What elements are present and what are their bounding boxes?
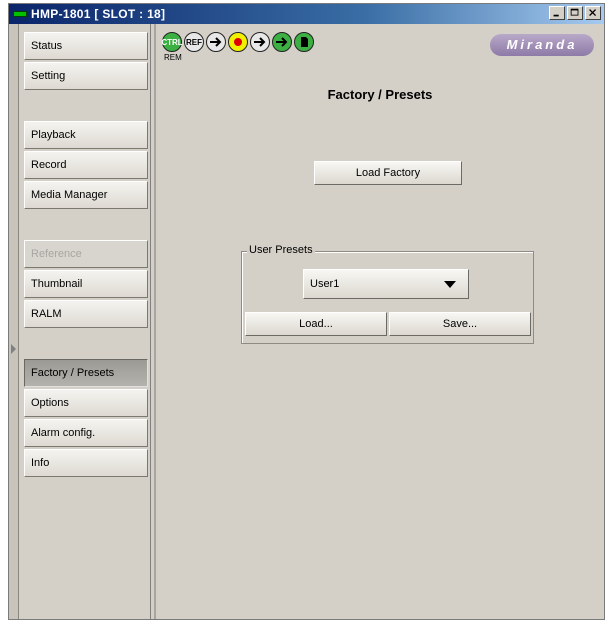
window-controls <box>549 6 601 20</box>
user-preset-select[interactable]: User1 <box>303 269 469 299</box>
sidebar-item-options[interactable]: Options <box>24 389 148 417</box>
rem-label: REM <box>164 53 182 62</box>
record-icon[interactable] <box>228 32 248 52</box>
status-indicator-icon <box>13 11 27 17</box>
miranda-logo: Miranda <box>490 34 594 56</box>
playback-arrow-icon[interactable] <box>272 32 292 52</box>
dropdown-arrow-icon[interactable] <box>444 281 456 288</box>
maximize-icon[interactable] <box>567 6 583 20</box>
user-presets-label: User Presets <box>247 244 315 256</box>
sidebar-item-reference: Reference <box>24 240 148 268</box>
user-preset-selected-value: User1 <box>310 278 340 290</box>
sidebar-item-media-manager[interactable]: Media Manager <box>24 181 148 209</box>
page-title: Factory / Presets <box>327 87 433 102</box>
save-preset-button[interactable]: Save... <box>389 312 531 336</box>
window-title: HMP-1801 [ SLOT : 18] <box>31 7 166 21</box>
application-window: HMP-1801 [ SLOT : 18] Status Setting Pla… <box>8 3 605 620</box>
minimize-icon[interactable] <box>549 6 565 20</box>
ref-icon-label: REF <box>186 37 202 47</box>
sidebar: Status Setting Playback Record Media Man… <box>19 24 151 619</box>
close-icon[interactable] <box>585 6 601 20</box>
load-preset-button[interactable]: Load... <box>245 312 387 336</box>
output-arrow-icon[interactable] <box>250 32 270 52</box>
ref-icon[interactable]: REF <box>184 32 204 52</box>
sidebar-item-thumbnail[interactable]: Thumbnail <box>24 270 148 298</box>
sidebar-item-playback[interactable]: Playback <box>24 121 148 149</box>
ctrl-icon-label: CTRL <box>161 37 183 47</box>
sidebar-item-setting[interactable]: Setting <box>24 62 148 90</box>
sidebar-item-factory-presets[interactable]: Factory / Presets <box>24 359 148 387</box>
input-arrow-icon[interactable] <box>206 32 226 52</box>
sidebar-item-info[interactable]: Info <box>24 449 148 477</box>
collapse-strip[interactable] <box>9 24 19 619</box>
sidebar-item-ralm[interactable]: RALM <box>24 300 148 328</box>
ctrl-icon[interactable]: CTRL <box>161 32 183 52</box>
storage-icon[interactable] <box>294 32 314 52</box>
sidebar-item-alarm-config[interactable]: Alarm config. <box>24 419 148 447</box>
sidebar-item-status[interactable]: Status <box>24 32 148 60</box>
main-panel: CTRL REF REM Miranda Factory / Presets L… <box>156 24 604 619</box>
load-factory-button[interactable]: Load Factory <box>314 161 462 185</box>
title-bar[interactable]: HMP-1801 [ SLOT : 18] <box>9 4 604 24</box>
expand-arrow-icon[interactable] <box>11 344 16 354</box>
sidebar-item-record[interactable]: Record <box>24 151 148 179</box>
